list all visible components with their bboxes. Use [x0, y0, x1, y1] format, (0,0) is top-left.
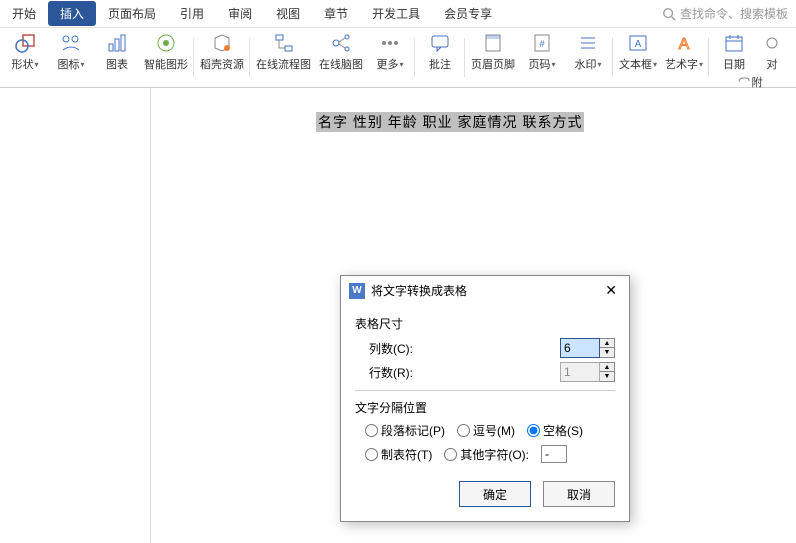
tab-vip[interactable]: 会员专享 [432, 1, 504, 26]
tab-dev[interactable]: 开发工具 [360, 1, 432, 26]
ribbon-object[interactable]: 对 [761, 32, 783, 72]
tab-layout[interactable]: 页面布局 [96, 1, 168, 26]
ribbon-date[interactable]: 日期 [715, 32, 753, 72]
comment-icon [429, 32, 451, 54]
watermark-icon [577, 32, 599, 54]
cols-label: 列数(C): [369, 340, 429, 357]
flowchart-icon [273, 32, 295, 54]
ribbon-smartart[interactable]: 智能图形 [144, 32, 188, 72]
pagenum-icon: # [531, 32, 553, 54]
chevron-down-icon: ▾ [399, 60, 403, 69]
rows-label: 行数(R): [369, 364, 429, 381]
size-section-label: 表格尺寸 [355, 315, 615, 332]
cols-down[interactable]: ▼ [600, 348, 614, 357]
chevron-down-icon: ▾ [551, 60, 555, 69]
radio-other[interactable]: 其他字符(O): [444, 446, 529, 463]
headerfooter-icon [482, 32, 504, 54]
chevron-down-icon: ▾ [699, 60, 703, 69]
resource-icon [211, 32, 233, 54]
ribbon-more[interactable]: 更多▾ [371, 32, 409, 72]
chevron-down-icon: ▾ [653, 60, 657, 69]
tab-section[interactable]: 章节 [312, 1, 360, 26]
ribbon-icons[interactable]: 图标▾ [52, 32, 90, 72]
ribbon: 形状▾ 图标▾ 图表 智能图形 稻壳资源 在线流程图 [0, 28, 796, 88]
search-placeholder: 查找命令、搜索模板 [680, 5, 788, 22]
tab-view[interactable]: 视图 [264, 1, 312, 26]
chevron-down-icon: ▾ [34, 60, 38, 69]
chevron-down-icon: ▾ [80, 60, 84, 69]
divider [355, 390, 615, 391]
tab-insert[interactable]: 插入 [48, 1, 96, 26]
other-char-input[interactable] [541, 445, 567, 463]
ribbon-watermark[interactable]: 水印▾ [569, 32, 607, 72]
smartart-icon [155, 32, 177, 54]
ribbon-pagenum[interactable]: # 页码▾ [523, 32, 561, 72]
document-area[interactable]: 名字 性别 年龄 职业 家庭情况 联系方式 W 将文字转换成表格 ✕ 表格尺寸 … [0, 88, 796, 543]
radio-comma[interactable]: 逗号(M) [457, 422, 515, 439]
radio-paragraph[interactable]: 段落标记(P) [365, 422, 445, 439]
chart-icon [106, 32, 128, 54]
tab-bar: 开始 插入 页面布局 引用 审阅 视图 章节 开发工具 会员专享 查找命令、搜索… [0, 0, 796, 28]
rows-input [560, 362, 600, 382]
app-icon: W [349, 283, 365, 299]
search-icon [662, 7, 676, 21]
cols-up[interactable]: ▲ [600, 339, 614, 348]
more-icon [379, 32, 401, 54]
mindmap-icon [330, 32, 352, 54]
ribbon-resource[interactable]: 稻壳资源 [200, 32, 244, 72]
tab-start[interactable]: 开始 [0, 1, 48, 26]
ribbon-flowchart[interactable]: 在线流程图 [256, 32, 311, 72]
svg-text:#: # [539, 39, 544, 49]
dialog-title: 将文字转换成表格 [371, 282, 467, 299]
tab-review[interactable]: 审阅 [216, 1, 264, 26]
page-edge [150, 88, 151, 543]
wordart-icon: A [673, 32, 695, 54]
radio-space[interactable]: 空格(S) [527, 422, 583, 439]
cols-input[interactable] [560, 338, 600, 358]
ok-button[interactable]: 确定 [459, 481, 531, 507]
dialog-titlebar[interactable]: W 将文字转换成表格 ✕ [341, 276, 629, 305]
rows-up: ▲ [600, 363, 614, 372]
shape-icon [14, 32, 36, 54]
゚object-icon [761, 32, 783, 54]
ribbon-textbox[interactable]: A 文本框▾ [619, 32, 657, 72]
tab-reference[interactable]: 引用 [168, 1, 216, 26]
ribbon-wordart[interactable]: A 艺术字▾ [665, 32, 703, 72]
close-button[interactable]: ✕ [601, 282, 621, 299]
sep-section-label: 文字分隔位置 [355, 399, 615, 416]
chevron-down-icon: ▾ [597, 60, 601, 69]
search-box[interactable]: 查找命令、搜索模板 [654, 3, 796, 24]
convert-text-to-table-dialog: W 将文字转换成表格 ✕ 表格尺寸 列数(C): ▲▼ 行数(R): ▲▼ [340, 275, 630, 522]
textbox-icon: A [627, 32, 649, 54]
attach-icon [736, 75, 750, 89]
ribbon-headerfooter[interactable]: 页眉页脚 [471, 32, 515, 72]
svg-text:A: A [679, 36, 690, 53]
ribbon-shape[interactable]: 形状▾ [6, 32, 44, 72]
ribbon-comment[interactable]: 批注 [421, 32, 459, 72]
ribbon-chart[interactable]: 图表 [98, 32, 136, 72]
radio-tab[interactable]: 制表符(T) [365, 446, 432, 463]
ribbon-mindmap[interactable]: 在线脑图 [319, 32, 363, 72]
icons-icon [60, 32, 82, 54]
svg-text:A: A [635, 39, 642, 50]
selected-text[interactable]: 名字 性别 年龄 职业 家庭情况 联系方式 [316, 112, 584, 132]
rows-down: ▼ [600, 372, 614, 381]
cancel-button[interactable]: 取消 [543, 481, 615, 507]
date-icon [723, 32, 745, 54]
